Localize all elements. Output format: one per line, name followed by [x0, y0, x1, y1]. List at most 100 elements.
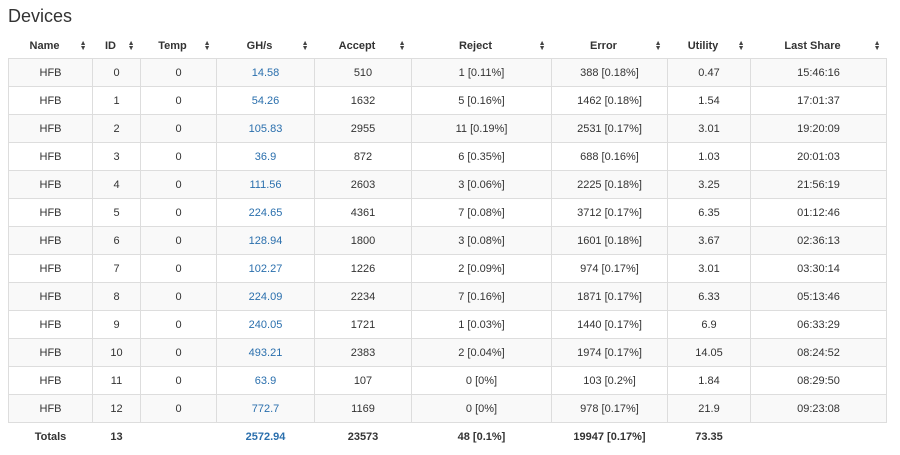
cell-error: 388 [0.18%] [551, 58, 668, 87]
cell-gh-s: 772.7 [216, 394, 315, 423]
table-row: HFB 6 0 128.94 1800 3 [0.08%] 1601 [0.18%] 3.67… [8, 226, 887, 255]
cell-accept: 1800 [314, 226, 412, 255]
cell-error: 1974 [0.17%] [551, 338, 668, 367]
sort-icon[interactable]: ▲ ▼ [80, 40, 87, 52]
cell-utility: 3.25 [667, 170, 751, 199]
totals-accept: 23573 [314, 422, 412, 450]
cell-accept: 2603 [314, 170, 412, 199]
column-header-id[interactable]: ID ▲ ▼ [92, 34, 141, 59]
cell-temp: 0 [140, 226, 217, 255]
sort-icon[interactable]: ▲ ▼ [655, 40, 662, 52]
cell-utility: 14.05 [667, 338, 751, 367]
cell-utility: 6.9 [667, 310, 751, 339]
table-row: HFB 2 0 105.83 2955 11 [0.19%] 2531 [0.17%] 3.0… [8, 114, 887, 143]
cell-temp: 0 [140, 254, 217, 283]
cell-utility: 0.47 [667, 58, 751, 87]
cell-reject: 7 [0.08%] [411, 198, 552, 227]
cell-reject: 0 [0%] [411, 366, 552, 395]
cell-name: HFB [8, 282, 93, 311]
cell-error: 2531 [0.17%] [551, 114, 668, 143]
column-header-reject[interactable]: Reject ▲ ▼ [411, 34, 552, 59]
totals-temp [140, 422, 217, 450]
cell-accept: 4361 [314, 198, 412, 227]
column-header-last-share[interactable]: Last Share ▲ ▼ [750, 34, 887, 59]
cell-id: 3 [92, 142, 141, 171]
column-header-temp[interactable]: Temp ▲ ▼ [140, 34, 217, 59]
table-row: HFB 9 0 240.05 1721 1 [0.03%] 1440 [0.17%] 6.9 0… [8, 310, 887, 339]
table-row: HFB 5 0 224.65 4361 7 [0.08%] 3712 [0.17%] 6.35… [8, 198, 887, 227]
column-header-accept[interactable]: Accept ▲ ▼ [314, 34, 412, 59]
cell-reject: 0 [0%] [411, 394, 552, 423]
sort-icon[interactable]: ▲ ▼ [399, 40, 406, 52]
totals-last-share [750, 422, 887, 450]
cell-last-share: 17:01:37 [750, 86, 887, 115]
column-header-gh-s[interactable]: GH/s ▲ ▼ [216, 34, 315, 59]
cell-reject: 11 [0.19%] [411, 114, 552, 143]
cell-gh-s: 102.27 [216, 254, 315, 283]
cell-last-share: 02:36:13 [750, 226, 887, 255]
cell-last-share: 03:30:14 [750, 254, 887, 283]
cell-accept: 2955 [314, 114, 412, 143]
cell-name: HFB [8, 142, 93, 171]
table-row: HFB 3 0 36.9 872 6 [0.35%] 688 [0.16%] 1.03 20:0… [8, 142, 887, 171]
column-header-label: Utility [687, 40, 719, 52]
cell-gh-s: 54.26 [216, 86, 315, 115]
totals-row: Totals 13 2572.94 23573 48 [0.1%] 19947 [0.17… [8, 422, 887, 450]
totals-id: 13 [92, 422, 141, 450]
cell-reject: 7 [0.16%] [411, 282, 552, 311]
cell-error: 2225 [0.18%] [551, 170, 668, 199]
cell-gh-s: 128.94 [216, 226, 315, 255]
cell-reject: 5 [0.16%] [411, 86, 552, 115]
cell-utility: 3.01 [667, 114, 751, 143]
cell-temp: 0 [140, 366, 217, 395]
sort-icon[interactable]: ▲ ▼ [539, 40, 546, 52]
cell-name: HFB [8, 86, 93, 115]
column-header-utility[interactable]: Utility ▲ ▼ [667, 34, 751, 59]
sort-icon[interactable]: ▲ ▼ [738, 40, 745, 52]
cell-last-share: 01:12:46 [750, 198, 887, 227]
table-row: HFB 12 0 772.7 1169 0 [0%] 978 [0.17%] 21.9 09:2… [8, 394, 887, 423]
cell-temp: 0 [140, 198, 217, 227]
totals-gh-s: 2572.94 [216, 422, 315, 450]
sort-icon[interactable]: ▲ ▼ [874, 40, 881, 52]
column-header-error[interactable]: Error ▲ ▼ [551, 34, 668, 59]
cell-temp: 0 [140, 86, 217, 115]
cell-gh-s: 493.21 [216, 338, 315, 367]
cell-gh-s: 36.9 [216, 142, 315, 171]
cell-error: 978 [0.17%] [551, 394, 668, 423]
cell-id: 7 [92, 254, 141, 283]
cell-accept: 107 [314, 366, 412, 395]
cell-id: 8 [92, 282, 141, 311]
cell-error: 1462 [0.18%] [551, 86, 668, 115]
cell-utility: 6.35 [667, 198, 751, 227]
table-row: HFB 10 0 493.21 2383 2 [0.04%] 1974 [0.17%] 14.… [8, 338, 887, 367]
sort-icon[interactable]: ▲ ▼ [302, 40, 309, 52]
sort-icon[interactable]: ▲ ▼ [128, 40, 135, 52]
cell-id: 9 [92, 310, 141, 339]
page-title: Devices [8, 6, 73, 26]
cell-gh-s: 224.09 [216, 282, 315, 311]
cell-reject: 3 [0.08%] [411, 226, 552, 255]
cell-id: 12 [92, 394, 141, 423]
table-row: HFB 1 0 54.26 1632 5 [0.16%] 1462 [0.18%] 1.54 1… [8, 86, 887, 115]
column-header-label: ID [105, 40, 116, 52]
cell-error: 1440 [0.17%] [551, 310, 668, 339]
cell-gh-s: 14.58 [216, 58, 315, 87]
devices-table: Name ▲ ▼ ID ▲ ▼ Temp ▲ ▼ GH/s ▲ ▼ Accept ▲ ▼ Reject ▲ ▼ Er… [8, 34, 887, 450]
cell-name: HFB [8, 114, 93, 143]
cell-last-share: 05:13:46 [750, 282, 887, 311]
cell-last-share: 08:24:52 [750, 338, 887, 367]
totals-name: Totals [8, 422, 93, 450]
cell-reject: 3 [0.06%] [411, 170, 552, 199]
cell-utility: 1.84 [667, 366, 751, 395]
cell-temp: 0 [140, 310, 217, 339]
cell-error: 103 [0.2%] [551, 366, 668, 395]
cell-name: HFB [8, 366, 93, 395]
column-header-label: Accept [338, 40, 376, 52]
table-footer: Totals 13 2572.94 23573 48 [0.1%] 19947 [0.17… [8, 422, 887, 450]
cell-utility: 3.01 [667, 254, 751, 283]
totals-error: 19947 [0.17%] [551, 422, 668, 450]
cell-name: HFB [8, 226, 93, 255]
sort-icon[interactable]: ▲ ▼ [204, 40, 211, 52]
column-header-name[interactable]: Name ▲ ▼ [8, 34, 93, 59]
